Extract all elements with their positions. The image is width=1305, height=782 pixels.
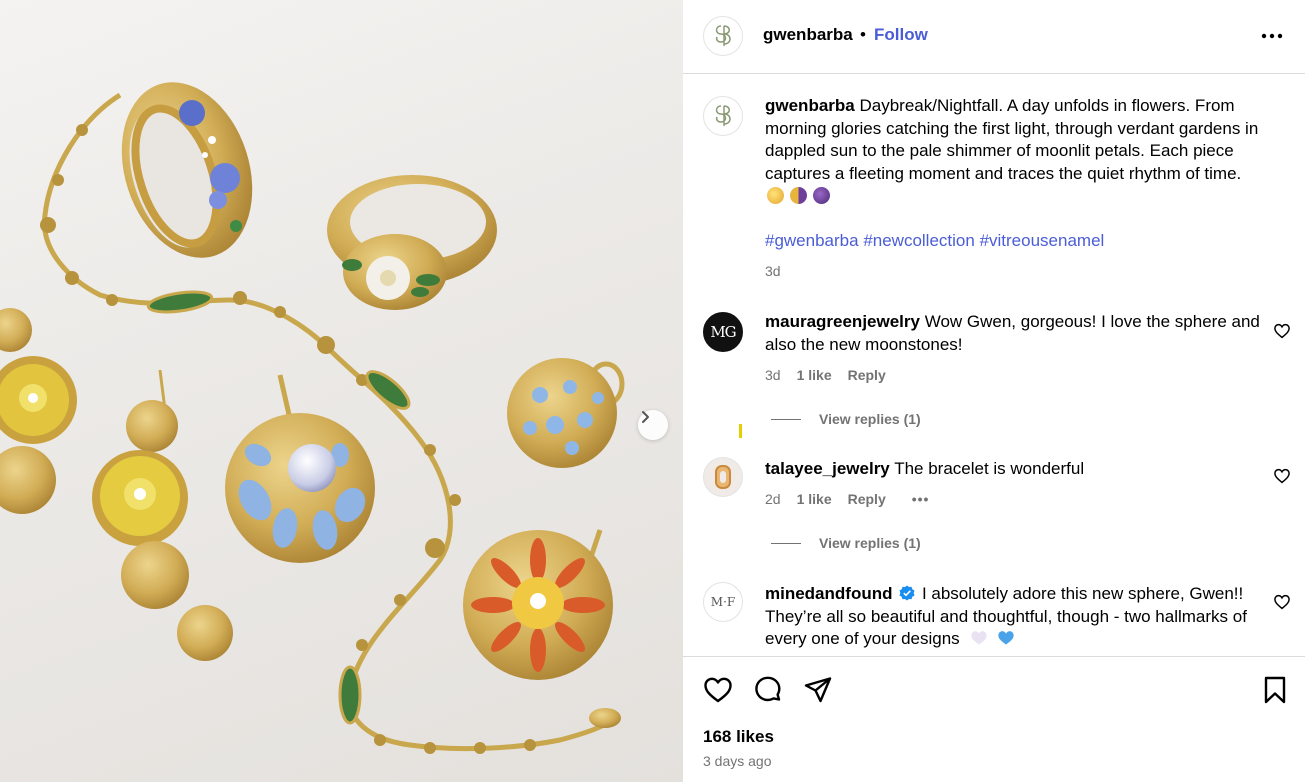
share-send-icon[interactable] [803, 675, 833, 705]
avatar-monogram: MG [710, 323, 736, 341]
author-username[interactable]: gwenbarba [763, 25, 853, 45]
chevron-right-icon [642, 411, 649, 423]
post-header: gwenbarba • Follow [683, 0, 1305, 74]
post-actions: 168 likes 3 days ago [683, 656, 1305, 782]
sphere-pendant [507, 358, 625, 468]
comment-meta: 3d 1 like Reply [765, 367, 886, 383]
signet-ring [327, 175, 497, 310]
like-comment-heart-icon[interactable] [1273, 593, 1291, 611]
gwenbarba-logo-icon [715, 25, 731, 46]
commenter-avatar[interactable]: MG [703, 312, 743, 352]
view-replies-button[interactable]: View replies (1) [771, 411, 921, 427]
comment-body: minedandfound I absolutely adore this ne… [765, 583, 1265, 651]
view-replies-button[interactable]: View replies (1) [771, 535, 921, 551]
separator-dot: • [860, 25, 866, 44]
verified-badge-icon [899, 585, 915, 601]
like-comment-heart-icon[interactable] [1273, 322, 1291, 340]
like-comment-heart-icon[interactable] [1273, 467, 1291, 485]
save-bookmark-icon[interactable] [1260, 675, 1290, 705]
sun-emoji [767, 187, 784, 204]
post-timestamp: 3 days ago [703, 753, 772, 769]
avatar-monogram: M·F [710, 595, 736, 609]
white-heart-emoji [971, 631, 988, 645]
like-heart-icon[interactable] [703, 675, 733, 705]
comment-options-button[interactable]: ••• [912, 491, 930, 507]
caption-hashtags: #gwenbarba #newcollection #vitreousename… [765, 231, 1104, 251]
post-side-panel: gwenbarba • Follow gwenbarba Daybreak/Ni… [683, 0, 1305, 782]
likes-count[interactable]: 168 likes [703, 727, 774, 747]
purple-moon-emoji [813, 187, 830, 204]
blue-heart-emoji [998, 631, 1014, 645]
view-replies-label: View replies (1) [819, 535, 921, 551]
center-earring [92, 369, 233, 661]
next-image-button[interactable] [638, 410, 668, 440]
comment-text: The bracelet is wonderful [894, 459, 1085, 478]
reply-button[interactable]: Reply [848, 491, 886, 507]
comment-likes[interactable]: 1 like [797, 491, 832, 507]
hashtag-link[interactable]: #vitreousenamel [980, 231, 1105, 250]
jewelry-photo [0, 82, 625, 754]
comment-username[interactable]: minedandfound [765, 584, 892, 603]
caption-timestamp: 3d [765, 263, 781, 279]
left-earring [0, 308, 77, 514]
comment-username[interactable]: mauragreenjewelry [765, 312, 920, 331]
author-avatar[interactable] [703, 16, 743, 56]
comment-body: mauragreenjewelry Wow Gwen, gorgeous! I … [765, 311, 1265, 356]
comment-bubble-icon[interactable] [753, 675, 783, 705]
view-replies-label: View replies (1) [819, 411, 921, 427]
comment-time: 2d [765, 491, 781, 507]
comment-meta: 2d 1 like Reply ••• [765, 491, 929, 507]
comment-body: talayee_jewelry The bracelet is wonderfu… [765, 458, 1265, 481]
dahlia-pendant [463, 529, 613, 680]
commenter-avatar[interactable] [703, 457, 743, 497]
gwenbarba-logo-icon [715, 105, 731, 126]
comment-username[interactable]: talayee_jewelry [765, 459, 890, 478]
replies-line [771, 542, 801, 544]
half-moon-emoji [790, 187, 807, 204]
post-image [0, 0, 683, 782]
talayee-ring-icon [715, 465, 731, 489]
caption-username[interactable]: gwenbarba [765, 96, 855, 115]
follow-button[interactable]: Follow [874, 25, 928, 45]
commenter-avatar[interactable]: M·F [703, 582, 743, 622]
reply-button[interactable]: Reply [848, 367, 886, 383]
comments-feed[interactable]: gwenbarba Daybreak/Nightfall. A day unfo… [683, 75, 1305, 656]
post-caption: gwenbarba Daybreak/Nightfall. A day unfo… [765, 95, 1285, 185]
moonstone-pendant [225, 374, 375, 563]
comment-likes[interactable]: 1 like [797, 367, 832, 383]
replies-line [771, 418, 801, 420]
band-ring [121, 82, 253, 258]
highlight-marker [739, 424, 742, 438]
hashtag-link[interactable]: #gwenbarba [765, 231, 859, 250]
caption-emojis [767, 187, 830, 204]
hashtag-link[interactable]: #newcollection [863, 231, 975, 250]
caption-author-avatar[interactable] [703, 96, 743, 136]
comment-time: 3d [765, 367, 781, 383]
more-options-icon[interactable] [1257, 24, 1287, 48]
